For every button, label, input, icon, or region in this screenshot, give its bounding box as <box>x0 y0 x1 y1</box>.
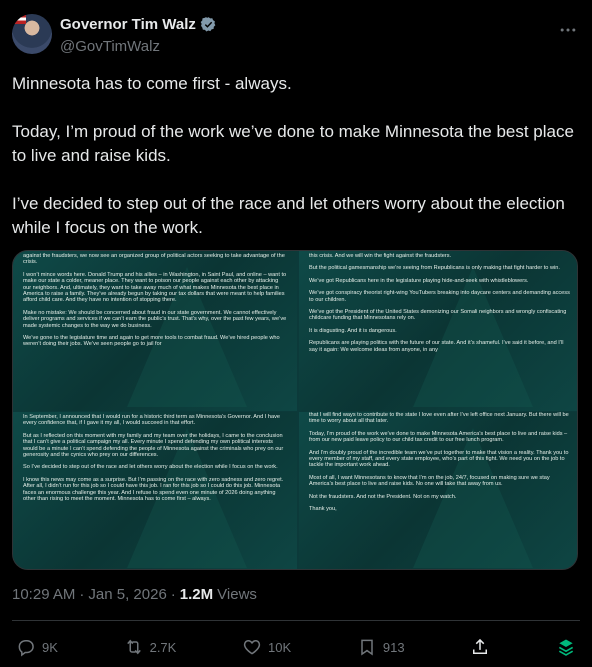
repost-count: 2.7K <box>149 639 177 655</box>
letter-paragraph: that I will find ways to contribute to t… <box>309 412 569 425</box>
heart-icon <box>243 639 261 655</box>
letter-paragraph: In September, I announced that I would r… <box>23 414 281 427</box>
media-grid: against the fraudsters, we now see an or… <box>12 250 578 570</box>
tweet-meta: 10:29 AM · Jan 5, 2026 · 1.2M Views <box>12 586 257 603</box>
tweet-text: Minnesota has to come first - always. To… <box>12 72 578 264</box>
more-options-icon[interactable] <box>558 20 578 40</box>
media-image-4[interactable]: that I will find ways to contribute to t… <box>299 412 577 569</box>
letter-paragraph: Thank you, <box>309 506 337 513</box>
letter-paragraph: Make no mistake: We should be concerned … <box>23 309 287 329</box>
tweet-paragraph: Today, I’m proud of the work we’ve done … <box>12 122 574 165</box>
flag-icon <box>12 14 26 24</box>
reply-count: 9K <box>42 639 58 655</box>
analytics-button[interactable] <box>556 637 576 657</box>
bookmark-button[interactable]: 913 <box>357 637 405 657</box>
letter-paragraph: I won’t mince words here. Donald Trump a… <box>23 271 287 304</box>
tweet-paragraph: Minnesota has to come first - always. <box>12 74 292 93</box>
share-icon <box>473 638 488 654</box>
meta-separator: · <box>79 586 85 603</box>
letter-paragraph: But as I reflected on this moment with m… <box>23 432 284 459</box>
letter-paragraph: Not the fraudsters. And not the Presiden… <box>309 493 457 500</box>
letter-paragraph: We’ve got conspiracy theorist right-wing… <box>309 290 570 303</box>
letter-paragraph: Today, I’m proud of the work we’ve done … <box>309 430 568 444</box>
verified-badge-icon <box>200 17 216 32</box>
letter-paragraph: Republicans are playing politics with th… <box>309 340 564 353</box>
share-button[interactable] <box>470 637 490 657</box>
letter-paragraph: We’ve got Republicans here in the legisl… <box>309 277 529 284</box>
letter-paragraph: So I’ve decided to step out of the race … <box>23 464 278 471</box>
letter-paragraph: We’ve gone to the legislature time and a… <box>23 335 280 348</box>
media-image-3[interactable]: In September, I announced that I would r… <box>13 412 297 569</box>
repost-icon <box>126 639 141 655</box>
letter-paragraph: against the fraudsters, we now see an or… <box>23 253 285 266</box>
display-name[interactable]: Governor Tim Walz <box>60 16 196 33</box>
letter-paragraph: this crisis. And we will win the fight a… <box>309 253 452 259</box>
meta-separator: · <box>170 586 176 603</box>
bookmark-icon <box>361 639 373 656</box>
tweet-date[interactable]: Jan 5, 2026 <box>88 586 166 603</box>
views-count: 1.2M <box>179 586 214 603</box>
divider <box>12 620 580 621</box>
media-image-2[interactable]: this crisis. And we will win the fight a… <box>299 251 577 411</box>
letter-paragraph: But the political gamesmanship we’re see… <box>309 265 560 272</box>
stack-icon <box>558 639 574 656</box>
tweet-paragraph: I’ve decided to step out of the race and… <box>12 194 565 237</box>
letter-paragraph: We’ve got the President of the United St… <box>309 309 567 322</box>
bookmark-count: 913 <box>382 639 405 655</box>
handle[interactable]: @GovTimWalz <box>60 38 160 55</box>
letter-paragraph: It is disgusting. And it is dangerous. <box>309 327 397 334</box>
reply-button[interactable]: 9K <box>16 637 58 657</box>
like-button[interactable]: 10K <box>242 637 291 657</box>
avatar[interactable] <box>12 14 52 54</box>
like-count: 10K <box>268 639 292 655</box>
views-label: Views <box>217 586 257 603</box>
media-image-1[interactable]: against the fraudsters, we now see an or… <box>13 251 297 411</box>
letter-paragraph: Most of all, I want Minnesotans to know … <box>309 474 550 488</box>
tweet-time[interactable]: 10:29 AM <box>12 586 75 603</box>
letter-paragraph: And I’m doubly proud of the incredible t… <box>309 449 569 469</box>
tweet-header: Governor Tim Walz @GovTimWalz <box>12 10 580 58</box>
letter-paragraph: I know this news may come as a surprise.… <box>23 476 284 503</box>
name-row: Governor Tim Walz <box>60 16 217 33</box>
repost-button[interactable]: 2.7K <box>124 637 177 657</box>
action-bar: 9K 2.7K 10K 913 <box>16 633 576 661</box>
reply-icon <box>18 640 34 657</box>
